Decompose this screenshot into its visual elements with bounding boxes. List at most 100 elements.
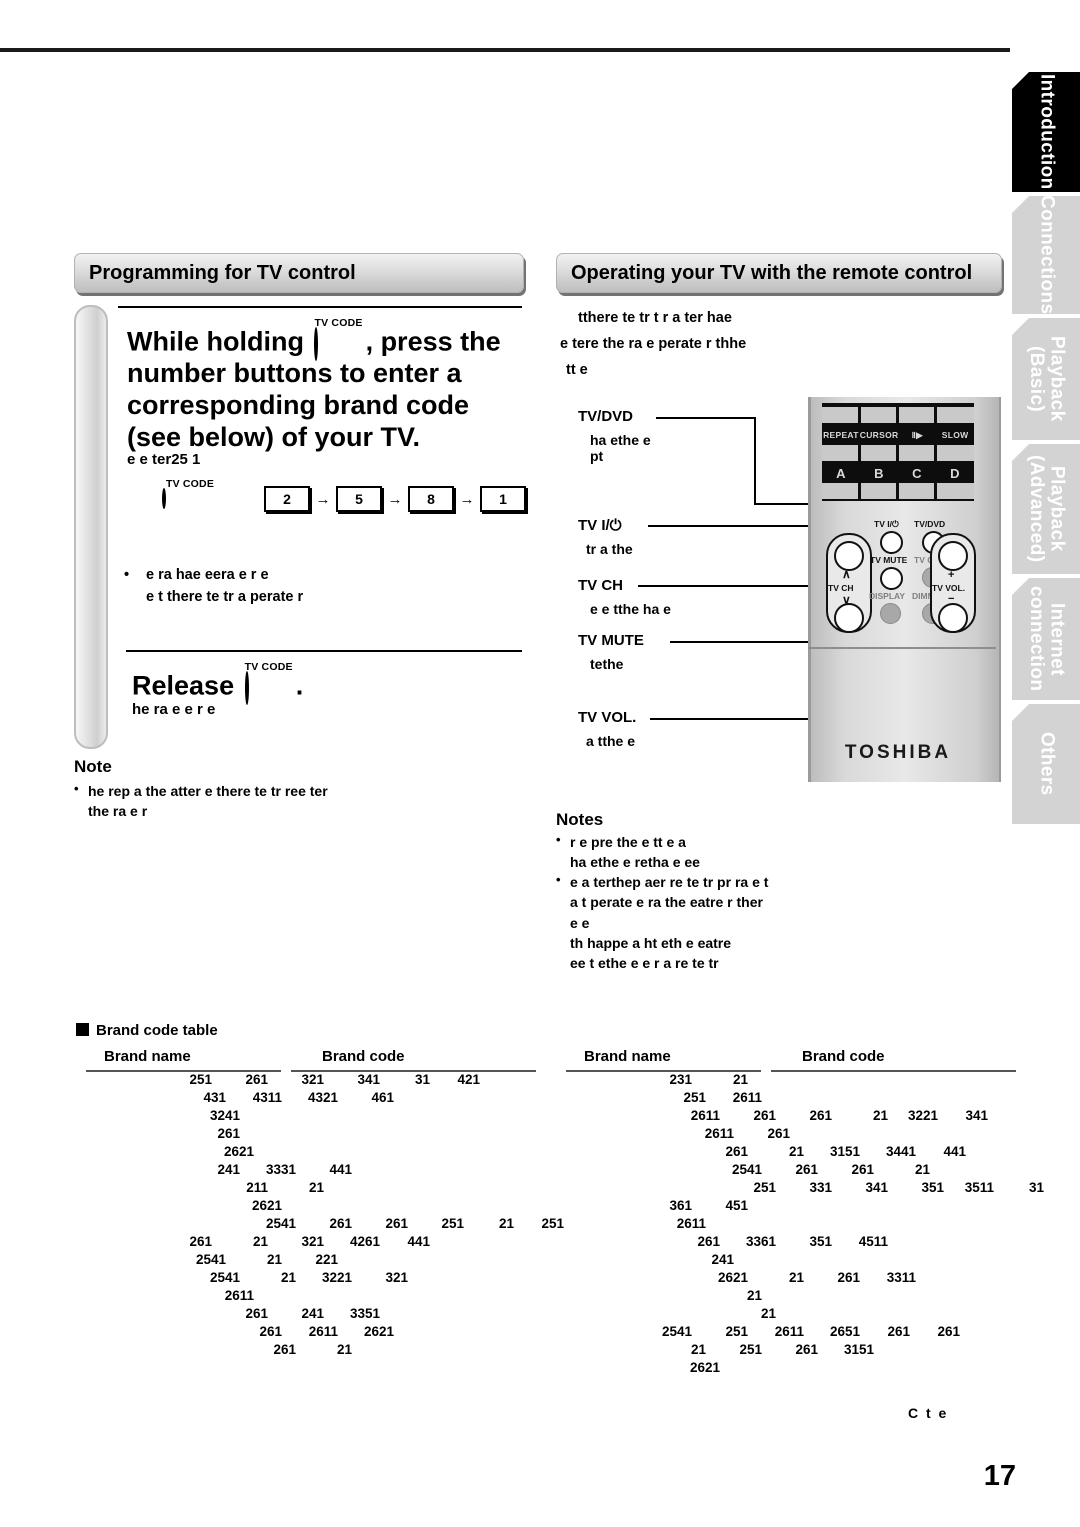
table-row: 261 2611 2621 [86,1324,536,1342]
brand-code-cell: 261 [273,1342,296,1357]
table-row: 241 3331 441 [86,1162,536,1180]
left-note-dot: • [74,781,79,796]
section-tab-connections[interactable]: Connections [1012,195,1080,315]
brand-code-cell: 331 [809,1180,832,1195]
tv-mute-button[interactable] [880,567,903,590]
right-intro-line-1: tthere te tr t r a ter hae [578,310,732,326]
brand-code-cell: 321 [385,1270,408,1285]
tv-code-icon-ring [314,327,319,362]
tv-code-icon: TV CODE [314,317,362,362]
brand-code-cell: 2621 [223,1144,254,1159]
brand-code-cell: 351 [809,1234,832,1249]
key-sequence: 2 → 5 → 8 → 1 [264,486,526,512]
table-row: 2541 21 221 [86,1252,536,1270]
step2-tv-code-icon-label: TV CODE [244,661,293,673]
tv-ch-down-button[interactable] [834,603,864,633]
left-banner-title: Programming for TV control [89,261,356,284]
number-key-2[interactable]: 2 [264,486,310,512]
number-key-8[interactable]: 8 [408,486,454,512]
step2-top-rule [126,650,522,652]
callout-desc-tv-dvd: ha ethe e pt [590,432,651,464]
table-row: 2541 251 2611 2651 261 261 [566,1324,1016,1342]
tv-power-button[interactable] [880,531,903,554]
remote-divider [808,647,996,649]
section-tab-label: Connections [1036,195,1058,315]
brand-code-cell: 261 [753,1108,776,1123]
right-note-item-2: • e a terthep aer re te tr pr ra e t a t… [556,872,996,973]
tv-mute-label: TV MUTE [870,555,908,565]
brand-code-cell: 2541 [731,1162,762,1177]
remote-function-label-2: Ⅱ▶ [911,429,923,440]
section-tab-label: Introduction [1036,74,1058,190]
brand-code-table-title-text: Brand code table [96,1022,218,1039]
brand-code-cell: 2541 [265,1216,296,1231]
brand-code-cell: 261 [189,1234,212,1249]
brand-code-cell: 261 [217,1126,240,1141]
right-note-dot-1: • [556,832,561,847]
step1-text-before: While holding [127,326,304,357]
chevron-up-icon: ∧ [842,567,851,581]
brand-code-cell: 261 [697,1234,720,1249]
column-header-brand-code: Brand code [322,1048,405,1065]
brand-code-cell: 261 [385,1216,408,1231]
section-tab-playback-basic[interactable]: Playback (Basic) [1012,318,1080,440]
remote-color-label-3: D [950,465,960,481]
right-banner-title: Operating your TV with the remote contro… [571,261,973,284]
brand-code-cell: 2621 [689,1360,720,1375]
section-tab-others[interactable]: Others [1012,704,1080,824]
left-note-heading: Note [74,757,112,776]
brand-code-cell: 21 [252,1234,268,1249]
right-intro-line-3: tt e [566,362,588,378]
left-section-banner: Programming for TV control [74,253,524,293]
brand-code-cell: 21 [690,1342,706,1357]
leader-line-tv-ch [638,585,826,587]
brand-code-cell: 2611 [308,1324,338,1339]
section-tab-label: Others [1036,732,1058,796]
brand-code-cell: 21 [872,1108,888,1123]
table-row: 2621 21 261 3311 [566,1270,1016,1288]
table-row: 2541 261 261 251 21 251 [86,1216,564,1234]
brand-code-cell: 2611 [224,1288,254,1303]
section-tab-introduction[interactable]: Introduction [1012,72,1080,192]
manual-page: Introduction Connections Playback (Basic) P… [0,0,1080,1527]
callout-title-tv-dvd: TV/DVD [578,408,634,425]
brand-code-cell: 21 [760,1306,776,1321]
number-key-1[interactable]: 1 [480,486,526,512]
section-tab-label: Internet connection [1026,586,1068,692]
table-row: 261 21 3151 3441 441 [566,1144,1016,1162]
callout-title-tv-mute: TV MUTE [578,632,644,649]
step-progress-bar [74,305,108,749]
brand-code-cell: 21 [498,1216,514,1231]
arrow-right-icon: → [315,490,331,508]
table-row: 261 3361 351 4511 [566,1234,1016,1252]
brand-code-cell: 2611 [704,1126,734,1141]
brand-code-cell: 2541 [661,1324,692,1339]
tv-vol-down-button[interactable] [938,603,968,633]
brand-code-cell: 361 [669,1198,692,1213]
brand-code-cell: 4261 [349,1234,380,1249]
right-intro-line-2: e tere the ra e perate r thhe [560,336,747,352]
column-header-brand-code: Brand code [802,1048,885,1065]
brand-code-cell: 231 [669,1072,692,1087]
step2-period: . [295,670,304,701]
section-tab-internet-connection[interactable]: Internet connection [1012,578,1080,700]
table-row: 211 21 [86,1180,536,1198]
brand-code-cell: 351 [921,1180,944,1195]
step2-heading: Release TV CODE . [132,658,304,706]
header-rule [0,48,1010,52]
left-note-text: he rep a the atter e there te tr ree ter… [88,783,328,820]
brand-code-cell: 3311 [886,1270,916,1285]
brand-code-cell: 2611 [676,1216,706,1231]
brand-code-cell: 261 [937,1324,960,1339]
brand-code-cell: 21 [788,1144,804,1159]
brand-code-cell: 3511 [964,1180,994,1195]
table-row: 2611 [86,1288,536,1306]
section-tab-playback-advanced[interactable]: Playback (Advanced) [1012,444,1080,574]
step1-subtitle: e e ter25 1 [127,451,201,468]
brand-code-cell: 261 [851,1162,874,1177]
brand-code-cell: 3351 [349,1306,380,1321]
display-button[interactable] [880,603,901,624]
brand-code-cell: 3241 [209,1108,240,1123]
tv-vol-up-button[interactable] [938,541,968,571]
number-key-5[interactable]: 5 [336,486,382,512]
